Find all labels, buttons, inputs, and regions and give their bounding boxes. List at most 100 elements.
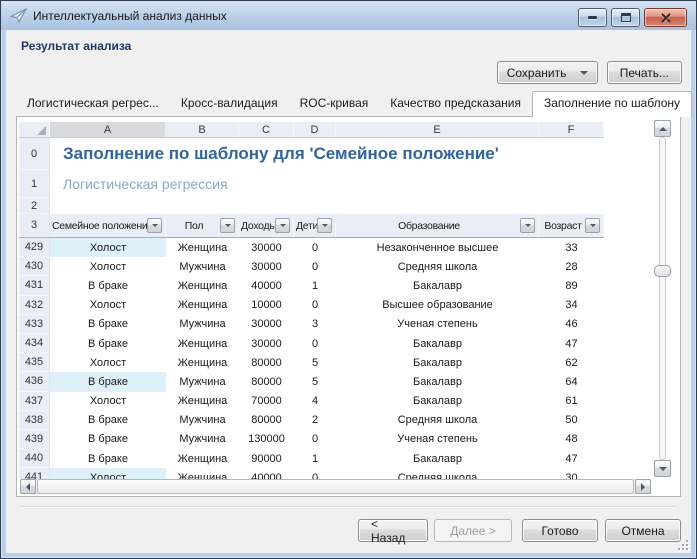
grid-cell[interactable]: 30000 <box>239 334 294 353</box>
grid-cell[interactable]: 40000 <box>239 276 294 295</box>
grid-cell[interactable]: Женщина <box>166 334 239 353</box>
row-number[interactable]: 440 <box>19 449 50 468</box>
row-number[interactable]: 434 <box>19 334 50 353</box>
tab-4[interactable]: Качество предсказания <box>379 92 532 116</box>
back-button[interactable]: < Назад <box>358 519 428 542</box>
grid-cell[interactable]: В браке <box>50 449 166 468</box>
row-number[interactable]: 437 <box>19 392 50 411</box>
resize-grip-icon[interactable] <box>676 538 688 550</box>
tab-2[interactable]: Кросс-валидация <box>170 92 289 116</box>
grid-cell[interactable]: 0 <box>294 430 336 449</box>
grid-cell[interactable]: Холост <box>50 353 166 372</box>
grid-cell[interactable]: Женщина <box>166 238 239 257</box>
grid-cell[interactable]: 1 <box>294 449 336 468</box>
filter-dropdown-button[interactable] <box>317 218 332 233</box>
row-number[interactable]: 431 <box>19 276 50 295</box>
grid-cell[interactable]: Незаконченное высшее <box>336 238 539 257</box>
grid-cell[interactable]: Женщина <box>166 449 239 468</box>
grid-cell[interactable]: Мужчина <box>166 372 239 391</box>
maximize-button[interactable] <box>611 8 640 27</box>
grid-cell[interactable]: Женщина <box>166 392 239 411</box>
grid-cell[interactable]: 70000 <box>239 392 294 411</box>
grid-cell[interactable]: 61 <box>539 392 604 411</box>
row-number[interactable]: 0 <box>19 138 50 170</box>
grid-cell[interactable]: 10000 <box>239 296 294 315</box>
cancel-button[interactable]: Отмена <box>605 519 681 542</box>
grid-cell[interactable]: 4 <box>294 392 336 411</box>
grid-cell[interactable]: Бакалавр <box>336 392 539 411</box>
scroll-left-button[interactable] <box>20 479 36 494</box>
grid-cell[interactable]: В браке <box>50 334 166 353</box>
tab-5[interactable]: Заполнение по шаблону <box>532 91 692 117</box>
filter-dropdown-button[interactable] <box>220 218 235 233</box>
filter-dropdown-button[interactable] <box>147 218 162 233</box>
row-number[interactable]: 1 <box>19 170 50 198</box>
grid-cell[interactable]: Мужчина <box>166 430 239 449</box>
grid-cell[interactable]: 33 <box>539 238 604 257</box>
grid-subtitle-cell[interactable]: Логистическая регрессия <box>50 170 604 198</box>
grid-cell[interactable]: Холост <box>50 468 166 479</box>
grid-cell[interactable]: Средняя школа <box>336 468 539 479</box>
grid-cell[interactable]: 47 <box>539 334 604 353</box>
grid-cell[interactable]: 30000 <box>239 315 294 334</box>
grid-cell[interactable]: 90000 <box>239 449 294 468</box>
row-number[interactable]: 436 <box>19 372 50 391</box>
grid-cell[interactable]: Бакалавр <box>336 334 539 353</box>
grid-cell[interactable]: Средняя школа <box>336 257 539 276</box>
save-dropdown-icon[interactable] <box>580 71 588 75</box>
save-button[interactable]: Сохранить <box>497 61 598 84</box>
grid-cell[interactable]: Мужчина <box>166 411 239 430</box>
grid-cell[interactable]: 0 <box>294 296 336 315</box>
grid-cell[interactable]: 64 <box>539 372 604 391</box>
row-number[interactable]: 435 <box>19 353 50 372</box>
grid-cell[interactable]: Высшее образование <box>336 296 539 315</box>
grid-cell[interactable]: 40000 <box>239 468 294 479</box>
grid-cell[interactable]: Бакалавр <box>336 449 539 468</box>
row-number[interactable]: 438 <box>19 411 50 430</box>
row-number[interactable]: 429 <box>19 238 50 257</box>
finish-button[interactable]: Готово <box>522 519 598 542</box>
grid-cell[interactable]: 80000 <box>239 411 294 430</box>
vertical-scrollbar[interactable] <box>654 120 671 477</box>
grid-cell[interactable]: 30000 <box>239 238 294 257</box>
grid-cell[interactable]: Бакалавр <box>336 372 539 391</box>
grid-cell[interactable]: 89 <box>539 276 604 295</box>
titlebar[interactable]: Интеллектуальный анализ данных <box>1 1 696 30</box>
grid-cell[interactable]: Холост <box>50 392 166 411</box>
filter-dropdown-button[interactable] <box>275 218 290 233</box>
grid-cell[interactable]: Бакалавр <box>336 276 539 295</box>
grid-cell[interactable]: Холост <box>50 296 166 315</box>
vertical-scrollbar-thumb[interactable] <box>654 265 671 277</box>
grid-cell[interactable]: Женщина <box>166 468 239 479</box>
column-header-e[interactable]: E <box>336 122 539 137</box>
grid-cell[interactable]: 3 <box>294 315 336 334</box>
grid-cell[interactable]: Женщина <box>166 353 239 372</box>
grid-cell[interactable]: 50 <box>539 411 604 430</box>
filter-dropdown-button[interactable] <box>520 218 535 233</box>
column-header-c[interactable]: C <box>239 122 294 137</box>
select-all-corner[interactable] <box>19 122 50 137</box>
grid-cell[interactable]: 2 <box>294 411 336 430</box>
minimize-button[interactable] <box>578 8 607 27</box>
grid-cell[interactable]: В браке <box>50 276 166 295</box>
grid-cell[interactable]: Женщина <box>166 276 239 295</box>
grid-cell[interactable]: Женщина <box>166 296 239 315</box>
grid-cell[interactable]: Средняя школа <box>336 411 539 430</box>
next-button[interactable]: Далее > <box>434 519 512 542</box>
grid-cell[interactable]: 48 <box>539 430 604 449</box>
horizontal-scrollbar-thumb[interactable] <box>37 479 634 494</box>
grid-cell[interactable]: 1 <box>294 276 336 295</box>
column-header-d[interactable]: D <box>294 122 336 137</box>
row-number[interactable]: 430 <box>19 257 50 276</box>
grid-cell[interactable]: 130000 <box>239 430 294 449</box>
grid-cell[interactable]: 5 <box>294 372 336 391</box>
grid-cell[interactable]: Ученая степень <box>336 315 539 334</box>
grid-cell[interactable]: Мужчина <box>166 257 239 276</box>
grid-cell[interactable]: Холост <box>50 238 166 257</box>
filter-dropdown-button[interactable] <box>585 218 600 233</box>
row-number[interactable]: 439 <box>19 430 50 449</box>
scroll-down-button[interactable] <box>654 460 671 477</box>
row-number[interactable]: 433 <box>19 315 50 334</box>
grid-cell[interactable]: 34 <box>539 296 604 315</box>
row-number[interactable]: 3 <box>19 214 50 237</box>
